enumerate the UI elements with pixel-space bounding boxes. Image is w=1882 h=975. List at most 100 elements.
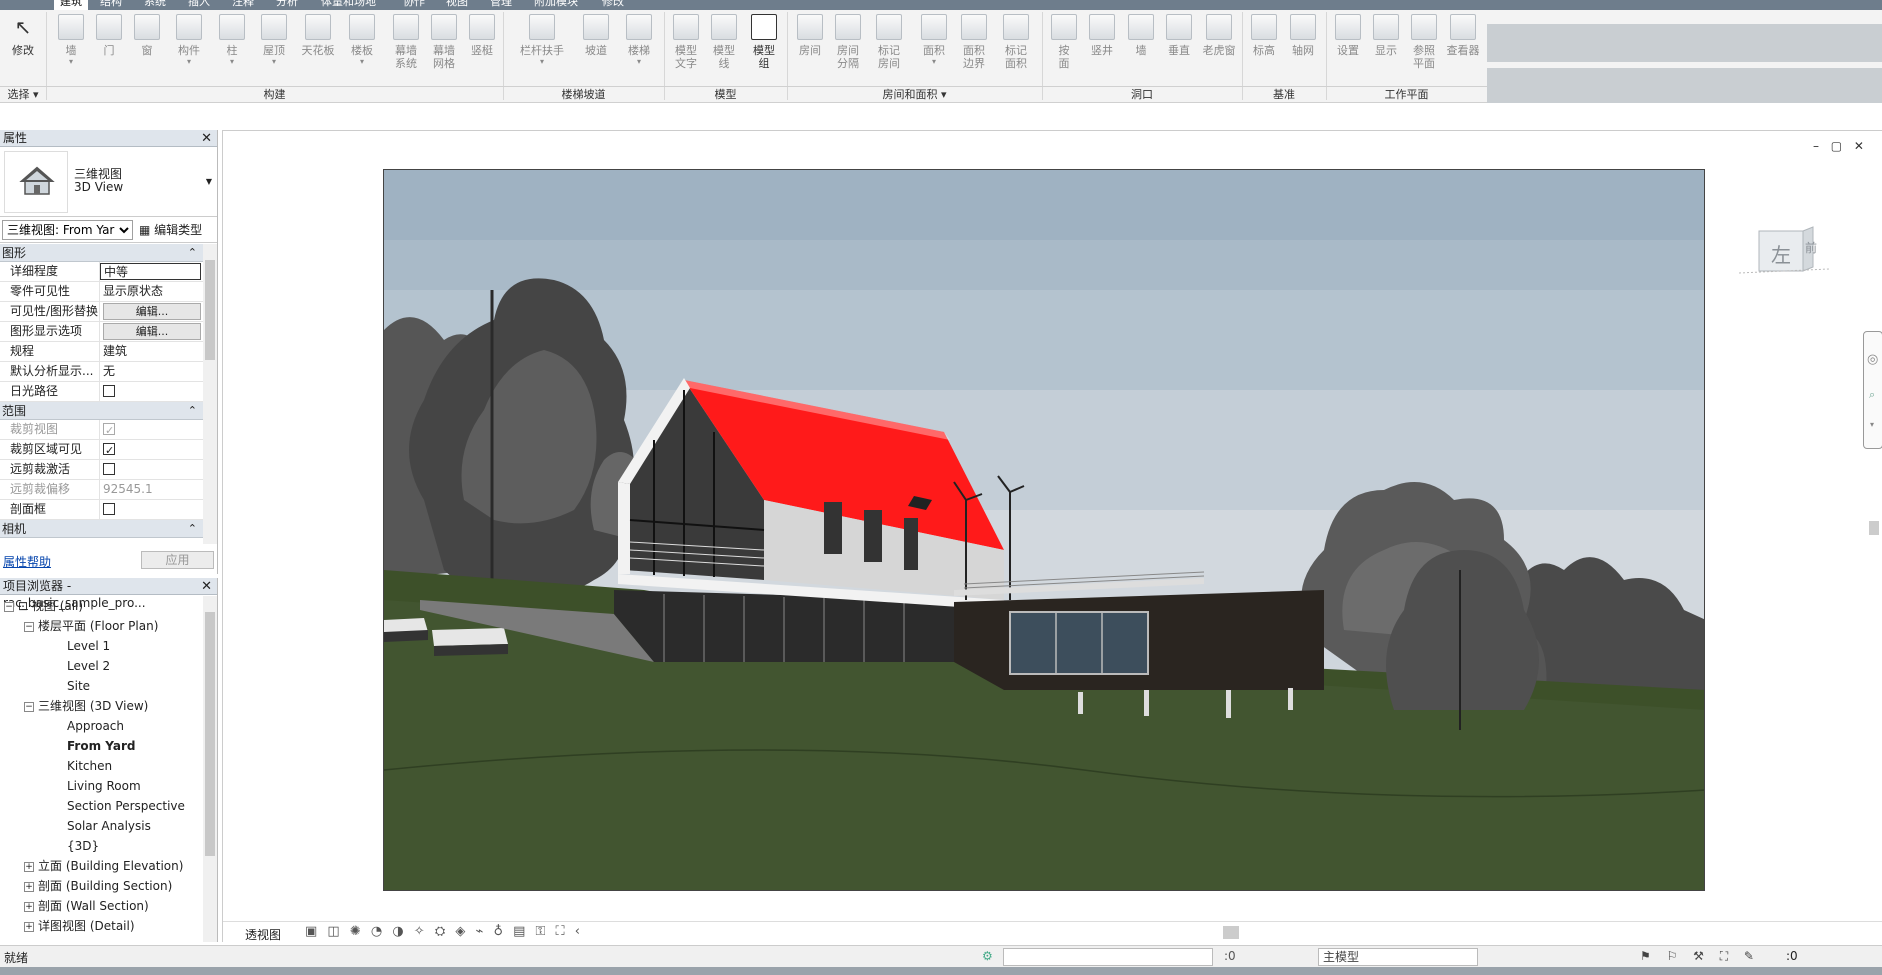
room-separator-tool[interactable]: 房间 分隔 xyxy=(829,12,867,84)
tree-node-detail-views[interactable]: + 详图视图 (Detail) xyxy=(0,916,203,936)
collapse-icon[interactable]: ⌃ xyxy=(188,520,197,538)
chevron-down-icon[interactable]: ▼ xyxy=(206,177,212,186)
graphic-display-edit-button[interactable]: 编辑... xyxy=(103,323,201,340)
selection-filter-icons[interactable]: ⚑ ⚐ ⚒ ⛶ ✎ xyxy=(1640,949,1760,964)
column-tool[interactable]: 柱 ▾ xyxy=(213,12,251,84)
railing-tool[interactable]: 栏杆扶手 ▾ xyxy=(510,12,574,84)
by-face-tool[interactable]: 按面 xyxy=(1045,12,1083,84)
window-tool[interactable]: 窗 xyxy=(128,12,166,84)
panel-room-area[interactable]: 房间和面积 ▾ xyxy=(787,86,1042,102)
properties-help-link[interactable]: 属性帮助 xyxy=(3,553,51,570)
view-control-icons[interactable]: ▣ ◫ ✺ ◔ ◑ ✧ ⛭ ◈ ⌁ ♁ ▤ ⚿ ⛶ ‹ xyxy=(305,924,583,939)
tree-node-building-section[interactable]: + 剖面 (Building Section) xyxy=(0,876,203,896)
viewer-tool[interactable]: 查看器 xyxy=(1444,12,1482,84)
vertical-opening-tool[interactable]: 垂直 xyxy=(1160,12,1198,84)
tree-node-views[interactable]: − ⊡ 视图 (all) xyxy=(0,596,203,616)
area-boundary-tool[interactable]: 面积 边界 xyxy=(955,12,993,84)
view-scroll-thumb[interactable] xyxy=(1869,521,1879,535)
sun-path-checkbox[interactable] xyxy=(103,385,115,397)
collapse-toggle-icon[interactable]: − xyxy=(4,601,14,612)
level-tool[interactable]: 标高 xyxy=(1245,12,1283,84)
chevron-down-icon[interactable]: ▾ xyxy=(1870,420,1874,429)
stair-tool[interactable]: 楼梯 ▾ xyxy=(620,12,658,84)
tree-node-site[interactable]: Site xyxy=(0,676,203,696)
grid-tool[interactable]: 轴网 xyxy=(1284,12,1322,84)
properties-scrollbar[interactable] xyxy=(203,244,217,544)
tab-insert[interactable]: 插入 xyxy=(182,0,216,10)
tree-node-default-3d[interactable]: {3D} xyxy=(0,836,203,856)
view-hscroll-thumb[interactable] xyxy=(1223,926,1239,939)
group-graphics[interactable]: 图形 ⌃ xyxy=(0,244,203,262)
browser-scrollbar[interactable] xyxy=(203,596,217,942)
scrollbar-thumb[interactable] xyxy=(205,260,215,360)
expand-toggle-icon[interactable]: + xyxy=(24,881,34,892)
close-icon[interactable]: ✕ xyxy=(201,578,212,595)
dormer-tool[interactable]: 老虎窗 xyxy=(1200,12,1238,84)
tree-node-approach[interactable]: Approach xyxy=(0,716,203,736)
tree-node-kitchen[interactable]: Kitchen xyxy=(0,756,203,776)
collapse-icon[interactable]: ⌃ xyxy=(188,244,197,262)
tree-node-level-1[interactable]: Level 1 xyxy=(0,636,203,656)
steering-wheel-icon[interactable]: ◎ xyxy=(1867,352,1878,367)
close-icon[interactable]: ✕ xyxy=(201,130,212,147)
tab-analyze[interactable]: 分析 xyxy=(270,0,304,10)
section-box-checkbox[interactable] xyxy=(103,503,115,515)
tree-node-building-elevation[interactable]: + 立面 (Building Elevation) xyxy=(0,856,203,876)
tree-node-section-perspective[interactable]: Section Perspective xyxy=(0,796,203,816)
ref-plane-tool[interactable]: 参照 平面 xyxy=(1405,12,1443,84)
tab-manage[interactable]: 管理 xyxy=(484,0,518,10)
panel-select[interactable]: 选择 ▾ xyxy=(0,86,46,102)
area-tool[interactable]: 面积 ▾ xyxy=(915,12,953,84)
collapse-toggle-icon[interactable]: − xyxy=(24,621,34,632)
tab-annotate[interactable]: 注释 xyxy=(226,0,260,10)
component-tool[interactable]: 构件 ▾ xyxy=(170,12,208,84)
crop-region-visible-checkbox[interactable] xyxy=(103,441,115,459)
shaft-tool[interactable]: 竖井 xyxy=(1083,12,1121,84)
tab-massing-site[interactable]: 体量和场地 xyxy=(315,0,382,10)
tree-node-wall-section[interactable]: + 剖面 (Wall Section) xyxy=(0,896,203,916)
tab-view[interactable]: 视图 xyxy=(440,0,474,10)
analysis-display-value[interactable]: 无 xyxy=(100,362,203,381)
viewcube-left-face[interactable]: 左 xyxy=(1771,239,1791,268)
navigation-bar[interactable]: ◎ ⌕ ▾ xyxy=(1863,331,1882,449)
tree-node-from-yard[interactable]: From Yard xyxy=(0,736,203,756)
door-tool[interactable]: 门 xyxy=(90,12,128,84)
tab-systems[interactable]: 系统 xyxy=(138,0,172,10)
ramp-tool[interactable]: 坡道 xyxy=(577,12,615,84)
workset-icon[interactable]: ⚙ xyxy=(982,949,993,963)
modify-tool[interactable]: ↖ 修改 xyxy=(4,12,42,84)
group-camera[interactable]: 相机 ⌃ xyxy=(0,520,203,538)
tag-area-tool[interactable]: 标记 面积 xyxy=(997,12,1035,84)
view-window-controls[interactable]: – ▢ ✕ xyxy=(1813,139,1868,153)
wall-tool[interactable]: 墙 ▾ xyxy=(52,12,90,84)
curtain-system-tool[interactable]: 幕墙 系统 xyxy=(387,12,425,84)
tab-architecture[interactable]: 建筑 xyxy=(54,0,88,10)
viewcube-front-face[interactable]: 前 xyxy=(1805,239,1817,256)
scrollbar-thumb[interactable] xyxy=(205,612,215,856)
design-option-dropdown[interactable]: 主模型 xyxy=(1318,948,1478,966)
instance-filter-select[interactable]: 三维视图: From Yar xyxy=(2,220,133,240)
mullion-tool[interactable]: 竖梃 xyxy=(463,12,501,84)
type-selector[interactable]: 三维视图 3D View ▼ xyxy=(0,147,217,217)
model-text-tool[interactable]: 模型 文字 xyxy=(667,12,705,84)
collapse-icon[interactable]: ⌃ xyxy=(188,402,197,420)
far-clip-active-checkbox[interactable] xyxy=(103,463,115,475)
tree-node-level-2[interactable]: Level 2 xyxy=(0,656,203,676)
tag-room-tool[interactable]: 标记 房间 xyxy=(870,12,908,84)
set-workplane-tool[interactable]: 设置 xyxy=(1329,12,1367,84)
tab-addins[interactable]: 附加模块 xyxy=(528,0,584,10)
floor-tool[interactable]: 楼板 ▾ xyxy=(343,12,381,84)
vg-overrides-edit-button[interactable]: 编辑... xyxy=(103,303,201,320)
curtain-grid-tool[interactable]: 幕墙 网格 xyxy=(425,12,463,84)
group-extents[interactable]: 范围 ⌃ xyxy=(0,402,203,420)
detail-level-select[interactable]: 中等 xyxy=(100,263,201,280)
tab-modify[interactable]: 修改 xyxy=(596,0,630,10)
collapse-toggle-icon[interactable]: − xyxy=(24,701,34,712)
3d-perspective-view[interactable] xyxy=(383,169,1705,891)
show-workplane-tool[interactable]: 显示 xyxy=(1367,12,1405,84)
zoom-icon[interactable]: ⌕ xyxy=(1869,388,1875,402)
tree-node-living-room[interactable]: Living Room xyxy=(0,776,203,796)
tree-node-floor-plans[interactable]: − 楼层平面 (Floor Plan) xyxy=(0,616,203,636)
expand-toggle-icon[interactable]: + xyxy=(24,921,34,932)
room-tool[interactable]: 房间 xyxy=(791,12,829,84)
